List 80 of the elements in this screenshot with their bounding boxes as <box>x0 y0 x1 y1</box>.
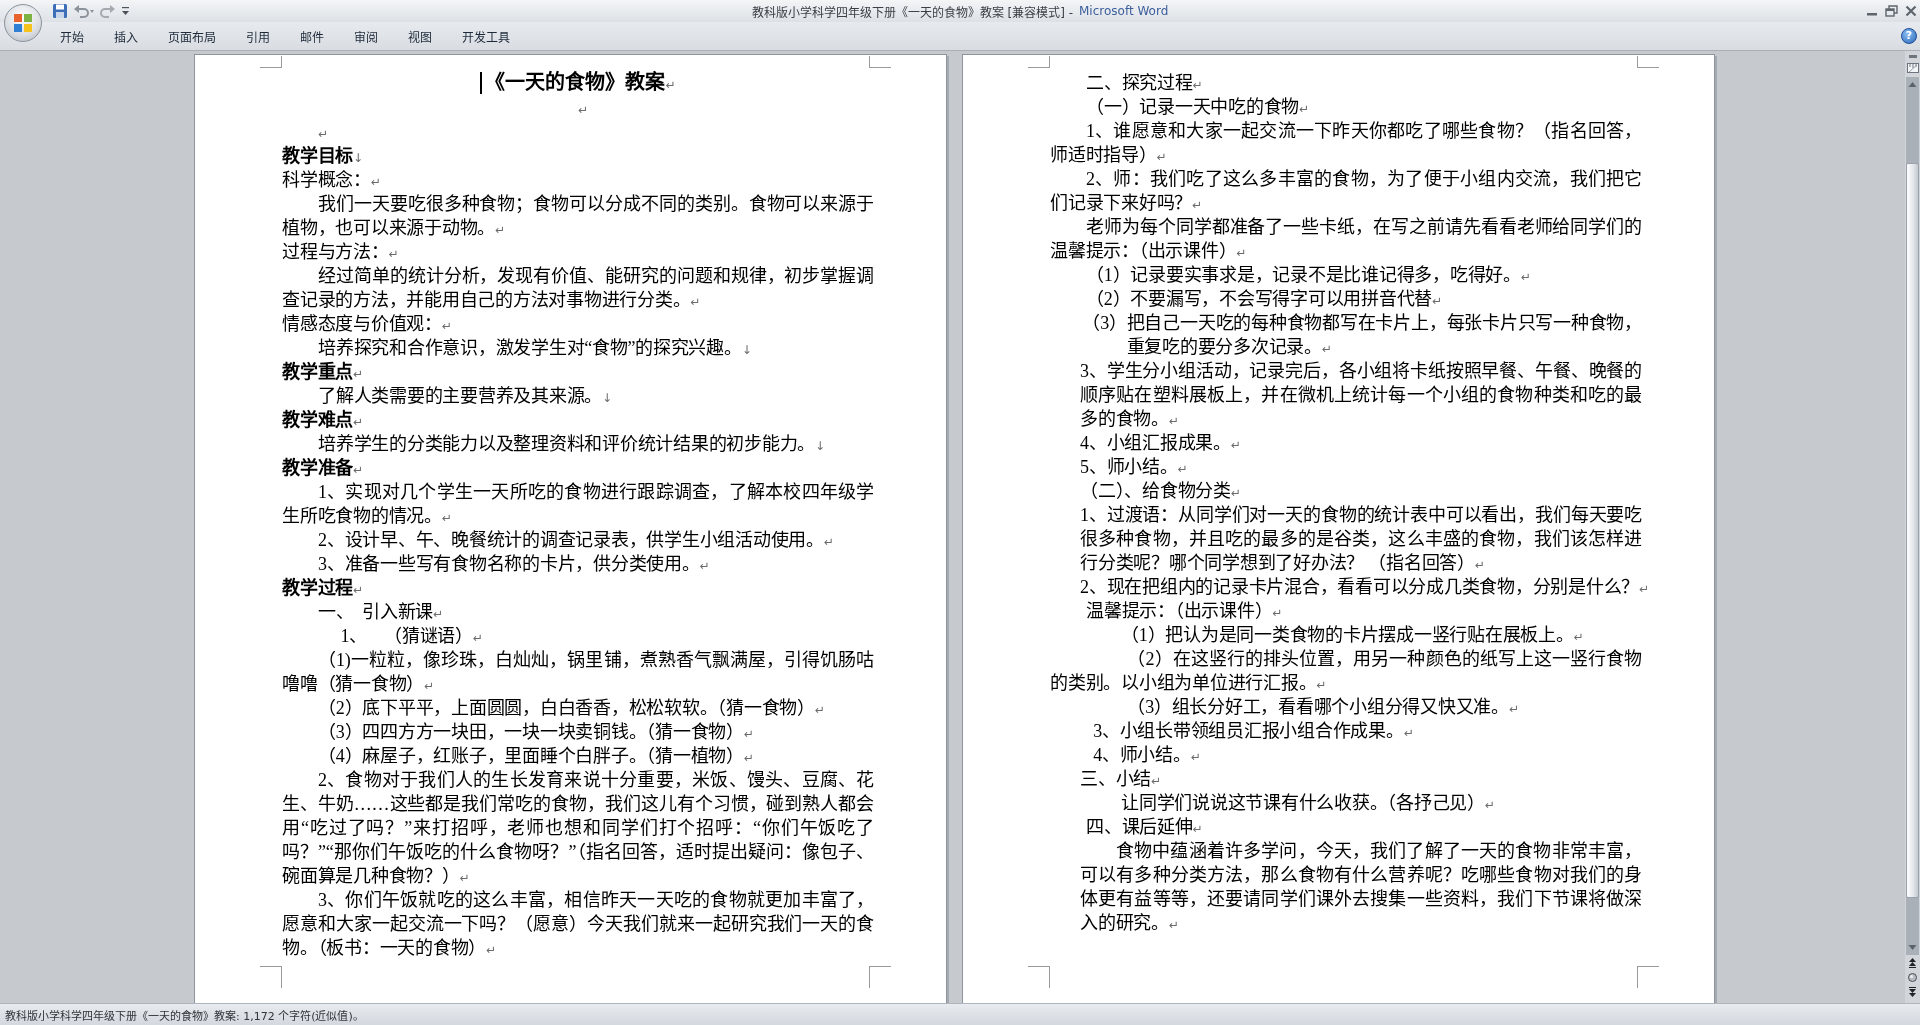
paragraph: （2）在这竖行的排头位置，用另一种颜色的纸写上这一竖行食物的类别。以小组为单位进行汇报。↵ <box>1050 648 1643 695</box>
paragraph: 让同学们说说这节课有什么收获。（各抒己见）↵ <box>1120 792 1496 815</box>
section-heading: 教学准备↵ <box>282 456 365 480</box>
document-title: 《一天的食物》教案↵ <box>485 71 676 93</box>
ruler-icon[interactable] <box>1905 60 1920 76</box>
paragraph: （二）、给食物分类↵ <box>1079 480 1242 503</box>
paragraph: （1）把认为是同一类食物的卡片摆成一竖行贴在展板上。↵ <box>1120 624 1585 647</box>
paragraph: 三、小结↵ <box>1079 768 1163 791</box>
paragraph: 经过简单的统计分析，发现有价值、能研究的问题和规律，初步掌握调查记录的方法，并能用自己的方法对事物进行分类。↵ <box>282 265 875 312</box>
paragraph: （2）底下平平，上面圆圆，白白香香，松松软软。（猜一食物）↵ <box>317 697 826 720</box>
paragraph: 培养探究和合作意识，激发学生对“食物”的探究兴趣。↓ <box>317 337 753 360</box>
undo-icon[interactable] <box>73 3 95 19</box>
paragraph: 食物中蕴涵着许多学问，今天，我们了解了一天的食物非常丰富，可以有多种分类方法，那么食物有什么营养呢？吃哪些食物对我们的身体更有益等等，还要请同学们课外去搜集一些资料，我们下节课将做深入的研究。↵ <box>1079 840 1643 935</box>
status-text: 教科版小学科学四年级下册《一天的食物》教案: 1,172 个字符(近似值)。 <box>5 1008 364 1023</box>
ribbon-tab[interactable]: 引用 <box>231 23 285 49</box>
corner-mark <box>1637 966 1659 988</box>
corner-mark <box>1028 56 1050 68</box>
save-icon[interactable] <box>52 3 68 19</box>
section-heading: 教学目标↓ <box>282 144 365 168</box>
paragraph: 我们一天要吃很多种食物；食物可以分成不同的类别。食物可以来源于植物，也可以来源于动物。↵ <box>282 193 875 240</box>
paragraph: （3）四四方方一块田，一块一块卖铜钱。（猜一食物）↵ <box>317 721 755 744</box>
split-handle[interactable] <box>1908 55 1917 58</box>
paragraph: 1、过渡语：从同学们对一天的食物的统计表中可以看出，我们每天要吃很多种食物，并且吃的最多的是谷类，这么丰盛的食物，我们该怎样进行分类呢？哪个同学想到了好办法？ （指名回答）↵ <box>1079 504 1643 575</box>
paragraph: 5、师小结。↵ <box>1079 456 1189 479</box>
paragraph: 3、小组长带领组员汇报小组合作成果。↵ <box>1092 720 1415 743</box>
window-title: 教科版小学科学四年级下册《一天的食物》教案 [兼容模式] - <box>751 4 1073 20</box>
paragraph: 4、师小结。↵ <box>1092 744 1202 767</box>
paragraph: 2、设计早、午、晚餐统计的调查记录表，供学生小组活动使用。↵ <box>317 529 835 552</box>
paragraph: 温馨提示：（出示课件）↵ <box>1085 600 1284 623</box>
paragraph: 1、实现对几个学生一天所吃的食物进行跟踪调查，了解本校四年级学生所吃食物的情况。↵ <box>282 481 875 528</box>
ribbon-tab[interactable]: 审阅 <box>339 23 393 49</box>
paragraph: （3）组长分好工，看看哪个小组分得又快又准。↵ <box>1126 696 1520 719</box>
restore-icon[interactable] <box>1885 5 1898 17</box>
paragraph: 培养学生的分类能力以及整理资料和评价统计结果的初步能力。↓ <box>317 433 827 456</box>
paragraph: 4、小组汇报成果。↵ <box>1079 432 1242 455</box>
ribbon-tab[interactable]: 开发工具 <box>447 23 525 49</box>
section-heading: 教学难点↵ <box>282 408 365 432</box>
section-heading: 教学过程↵ <box>282 576 365 600</box>
corner-mark <box>260 56 282 68</box>
corner-mark <box>1637 56 1659 68</box>
paragraph-mark: ↵ <box>577 102 590 119</box>
ribbon-tab[interactable]: 开始 <box>45 23 99 49</box>
paragraph: （1)一粒粒，像珍珠，白灿灿，锅里铺，煮熟香气飘满屋，引得饥肠咕噜噜（猜一食物）↵ <box>282 649 875 696</box>
paragraph: 2、师：我们吃了这么多丰富的食物，为了便于小组内交流，我们把它们记录下来好吗？↵ <box>1050 168 1643 215</box>
ribbon-tab[interactable]: 插入 <box>99 23 153 49</box>
close-icon[interactable] <box>1905 5 1917 17</box>
paragraph: 了解人类需要的主要营养及其来源。↓ <box>317 385 614 408</box>
logo-icon <box>12 12 34 34</box>
paragraph: 1、 （猜谜语）↵ <box>339 625 484 648</box>
paragraph: （4）麻屋子，红账子，里面睡个白胖子。（猜一植物）↵ <box>317 745 755 768</box>
corner-mark <box>869 56 891 68</box>
paragraph: 3、准备一些写有食物名称的卡片，供分类使用。↵ <box>317 553 711 576</box>
ribbon-tab[interactable]: 页面布局 <box>153 23 231 49</box>
circle-icon[interactable] <box>1906 970 1919 985</box>
paragraph: 一、 引入新课↵ <box>317 601 445 624</box>
paragraph: （一）记录一天中吃的食物↵ <box>1085 96 1311 119</box>
paragraph: （3）把自己一天吃的每种食物都写在卡片上，每张卡片只写一种食物，重复吃的要分多次记录。↵ <box>1081 312 1643 359</box>
paragraph: 1、谁愿意和大家一起交流一下昨天你都吃了哪些食物？（指名回答，师适时指导）↵ <box>1050 120 1643 167</box>
paragraph: 2、现在把组内的记录卡片混合，看看可以分成几类食物，分别是什么？↵ <box>1079 576 1651 599</box>
corner-mark <box>869 966 891 988</box>
paragraph: 过程与方法：↵ <box>282 241 400 264</box>
section-heading: 教学重点↵ <box>282 360 365 384</box>
double-down-arrow-icon[interactable] <box>1906 985 1919 1000</box>
ribbon-tab[interactable]: 视图 <box>393 23 447 49</box>
paragraph: （1）记录要实事求是，记录不是比谁记得多，吃得好。↵ <box>1085 264 1532 287</box>
paragraph: 老师为每个同学都准备了一些卡纸，在写之前请先看看老师给同学们的温馨提示：（出示课件）↵ <box>1050 216 1643 263</box>
ribbon-tab[interactable]: 邮件 <box>285 23 339 49</box>
paragraph: 3、学生分小组活动，记录完后，各小组将卡纸按照早餐、午餐、晚餐的顺序贴在塑料展板上，并在微机上统计每一个小组的食物种类和吃的最多的食物。↵ <box>1079 360 1643 431</box>
paragraph: 四、课后延伸↵ <box>1085 816 1204 839</box>
paragraph-mark: ↵ <box>317 126 330 143</box>
paragraph: 2、食物对于我们人的生长发育来说十分重要，米饭、馒头、豆腐、花生、牛奶……这些都是我们常吃的食物，我们这儿有个习惯，碰到熟人都会用“吃过了吗？”来打招呼，老师也想和同学们打个招呼：“你们午饭吃了吗？”“那你们午饭吃的什么食物呀？”（指名回答，适时提出疑问：像包子、碗面算是几种食物？）↵ <box>282 769 875 888</box>
paragraph: 3、你们午饭就吃的这么丰富，相信昨天一天吃的食物就更加丰富了，愿意和大家一起交流一下吗？（愿意）今天我们就来一起研究我们一天的食物。（板书：一天的食物）↵ <box>282 889 875 960</box>
app-name: Microsoft Word <box>1079 4 1169 18</box>
double-up-arrow-icon[interactable] <box>1906 955 1919 970</box>
paragraph: 科学概念：↵ <box>282 169 382 192</box>
corner-mark <box>260 966 282 988</box>
corner-mark <box>1028 966 1050 988</box>
paragraph: 二、探究过程↵ <box>1085 72 1204 95</box>
paragraph: （2）不要漏写，不会写得字可以用拼音代替↵ <box>1085 288 1444 311</box>
paragraph: 情感态度与价值观：↵ <box>282 313 453 336</box>
